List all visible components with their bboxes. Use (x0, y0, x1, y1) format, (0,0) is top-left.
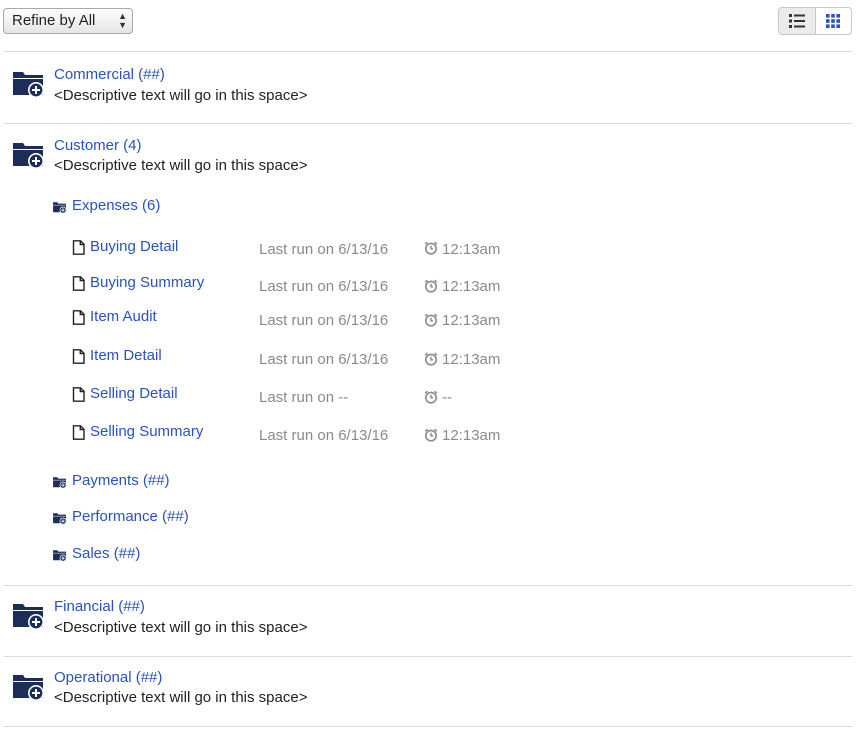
view-toggle (778, 7, 852, 35)
subfolder-label: Performance (##) (72, 508, 189, 525)
report-row: Buying Summary Last run on 6/13/16 12:13… (72, 274, 572, 295)
report-time: 12:13am (442, 351, 501, 368)
document-icon (72, 349, 85, 364)
grid-view-button[interactable] (816, 8, 852, 34)
clock-icon (424, 313, 438, 327)
grid-icon (826, 14, 841, 28)
category-title[interactable]: Customer (4) (54, 137, 142, 154)
report-row: Buying Detail Last run on 6/13/16 12:13a… (72, 238, 572, 258)
category-title[interactable]: Operational (##) (54, 669, 162, 686)
category-title[interactable]: Commercial (##) (54, 66, 165, 83)
folder-plus-icon (52, 549, 68, 562)
list-icon (788, 14, 805, 28)
report-last-run: Last run on -- (259, 389, 349, 406)
category-description: <Descriptive text will go in this space> (54, 157, 308, 174)
category-customer: Customer (4) <Descriptive text will go i… (0, 124, 863, 585)
report-time: 12:13am (442, 241, 501, 258)
document-icon (72, 240, 85, 255)
category-description: <Descriptive text will go in this space> (54, 87, 308, 104)
report-last-run: Last run on 6/13/16 (259, 312, 389, 329)
divider (3, 726, 853, 727)
clock-icon (424, 428, 438, 442)
clock-icon (424, 390, 438, 404)
category-financial: Financial (##) <Descriptive text will go… (0, 586, 863, 656)
report-last-run: Last run on 6/13/16 (259, 278, 389, 295)
report-row: Item Audit Last run on 6/13/16 12:13am (72, 308, 572, 329)
document-icon (72, 387, 85, 402)
report-last-run: Last run on 6/13/16 (259, 241, 389, 258)
report-row: Item Detail Last run on 6/13/16 12:13am (72, 347, 572, 368)
report-last-run: Last run on 6/13/16 (259, 427, 389, 444)
clock-icon (424, 352, 438, 366)
report-name[interactable]: Buying Detail (90, 238, 178, 255)
folder-plus-icon (12, 69, 46, 99)
report-name[interactable]: Buying Summary (90, 274, 204, 291)
report-time: 12:13am (442, 427, 501, 444)
report-row: Selling Summary Last run on 6/13/16 12:1… (72, 423, 572, 444)
report-last-run: Last run on 6/13/16 (259, 351, 389, 368)
category-description: <Descriptive text will go in this space> (54, 619, 308, 636)
report-name[interactable]: Selling Detail (90, 385, 178, 402)
refine-select-label: Refine by All (12, 12, 96, 29)
refine-select[interactable]: Refine by All ▲ ▼ (3, 8, 133, 34)
folder-plus-icon (52, 201, 68, 214)
folder-plus-icon (52, 476, 68, 489)
folder-plus-icon (52, 512, 68, 525)
category-commercial: Commercial (##) <Descriptive text will g… (0, 52, 863, 123)
document-icon (72, 425, 85, 440)
report-name[interactable]: Item Detail (90, 347, 162, 364)
report-time: -- (442, 389, 452, 406)
folder-plus-icon (12, 140, 46, 170)
document-icon (72, 276, 85, 291)
category-description: <Descriptive text will go in this space> (54, 689, 308, 706)
category-operational: Operational (##) <Descriptive text will … (0, 657, 863, 727)
report-row: Selling Detail Last run on -- -- (72, 385, 572, 406)
folder-plus-icon (12, 601, 46, 631)
subfolder-label: Expenses (6) (72, 197, 161, 214)
list-view-button[interactable] (779, 8, 816, 34)
clock-icon (424, 241, 438, 255)
document-icon (72, 310, 85, 325)
clock-icon (424, 279, 438, 293)
report-time: 12:13am (442, 278, 501, 295)
report-name[interactable]: Selling Summary (90, 423, 203, 440)
report-name[interactable]: Item Audit (90, 308, 157, 325)
category-title[interactable]: Financial (##) (54, 598, 145, 615)
subfolder-label: Payments (##) (72, 472, 170, 489)
select-arrows-icon: ▲ ▼ (118, 11, 127, 30)
subfolder-label: Sales (##) (72, 545, 141, 562)
report-time: 12:13am (442, 312, 501, 329)
toolbar: Refine by All ▲ ▼ (0, 0, 863, 50)
folder-plus-icon (12, 672, 46, 702)
